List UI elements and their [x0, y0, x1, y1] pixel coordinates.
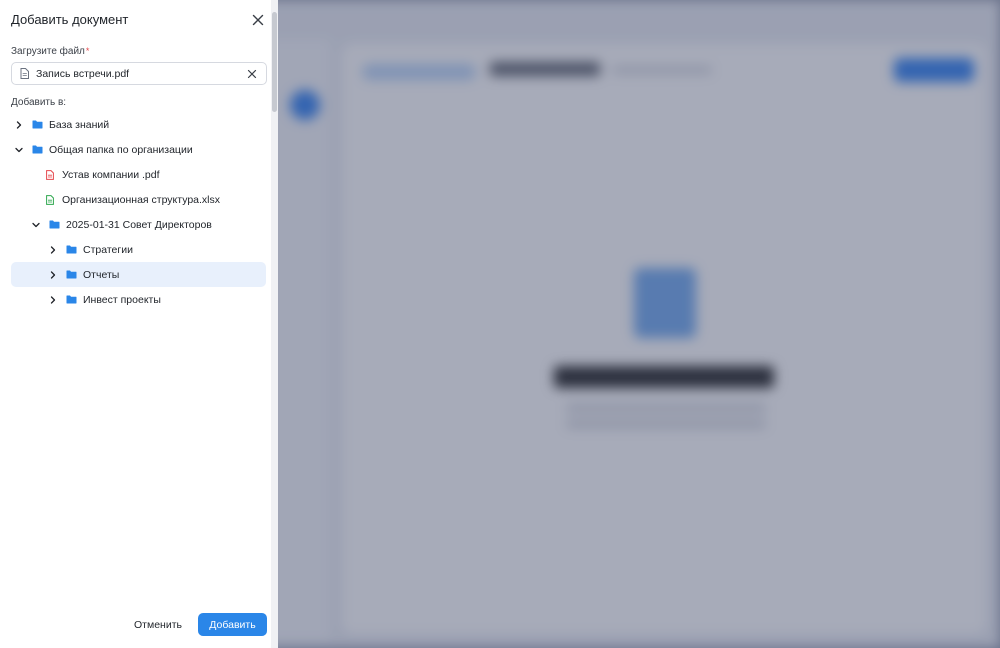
tree-item-label: Стратегии: [83, 243, 133, 256]
chevron-right-icon[interactable]: [48, 245, 58, 255]
upload-file-label: Загрузите файл*: [11, 46, 89, 57]
folder-icon: [49, 220, 60, 229]
tree-item-label: Общая папка по организации: [49, 143, 193, 156]
folder-icon: [32, 145, 43, 154]
chevron-right-icon[interactable]: [48, 295, 58, 305]
tree-item[interactable]: Стратегии: [11, 237, 266, 262]
chevron-right-icon[interactable]: [14, 120, 24, 130]
tree-item-label: База знаний: [49, 118, 110, 131]
tree-item-label: Организационная структура.xlsx: [62, 193, 221, 206]
chevron-down-icon[interactable]: [31, 220, 41, 230]
add-document-drawer: Добавить документ Загрузите файл* Запись…: [0, 0, 278, 648]
tree-item[interactable]: Отчеты: [11, 262, 266, 287]
close-icon: [247, 69, 257, 79]
folder-icon: [32, 120, 43, 129]
folder-tree: База знаний Общая папка по организации Уст…: [11, 112, 266, 312]
close-icon: [252, 14, 264, 26]
spreadsheet-file-icon: [46, 194, 54, 205]
folder-icon: [66, 270, 77, 279]
scrollbar-thumb[interactable]: [272, 12, 277, 112]
upload-file-label-text: Загрузите файл: [11, 46, 85, 57]
cancel-button[interactable]: Отменить: [128, 613, 188, 636]
tree-item[interactable]: Общая папка по организации: [11, 137, 266, 162]
close-button[interactable]: [250, 12, 266, 28]
add-to-label: Добавить в:: [11, 97, 67, 108]
tree-item[interactable]: Устав компании .pdf: [11, 162, 266, 187]
tree-item[interactable]: 2025-01-31 Совет Директоров: [11, 212, 266, 237]
folder-icon: [66, 295, 77, 304]
uploaded-file-field[interactable]: Запись встречи.pdf: [11, 62, 267, 85]
required-mark: *: [85, 46, 90, 56]
pdf-file-icon: [46, 169, 54, 180]
chevron-down-icon[interactable]: [14, 145, 24, 155]
drawer-title: Добавить документ: [11, 12, 129, 27]
add-button[interactable]: Добавить: [198, 613, 267, 636]
folder-icon: [66, 245, 77, 254]
tree-item[interactable]: База знаний: [11, 112, 266, 137]
chevron-right-icon[interactable]: [48, 270, 58, 280]
tree-item[interactable]: Организационная структура.xlsx: [11, 187, 266, 212]
tree-item-label: Отчеты: [83, 268, 120, 281]
tree-item-label: Устав компании .pdf: [62, 168, 160, 181]
document-icon: [20, 68, 29, 79]
tree-item-label: Инвест проекты: [83, 293, 161, 306]
uploaded-file-name: Запись встречи.pdf: [36, 67, 130, 80]
scrollbar[interactable]: [271, 0, 278, 648]
tree-item[interactable]: Инвест проекты: [11, 287, 266, 312]
tree-item-label: 2025-01-31 Совет Директоров: [66, 218, 212, 231]
remove-file-button[interactable]: [247, 69, 257, 79]
